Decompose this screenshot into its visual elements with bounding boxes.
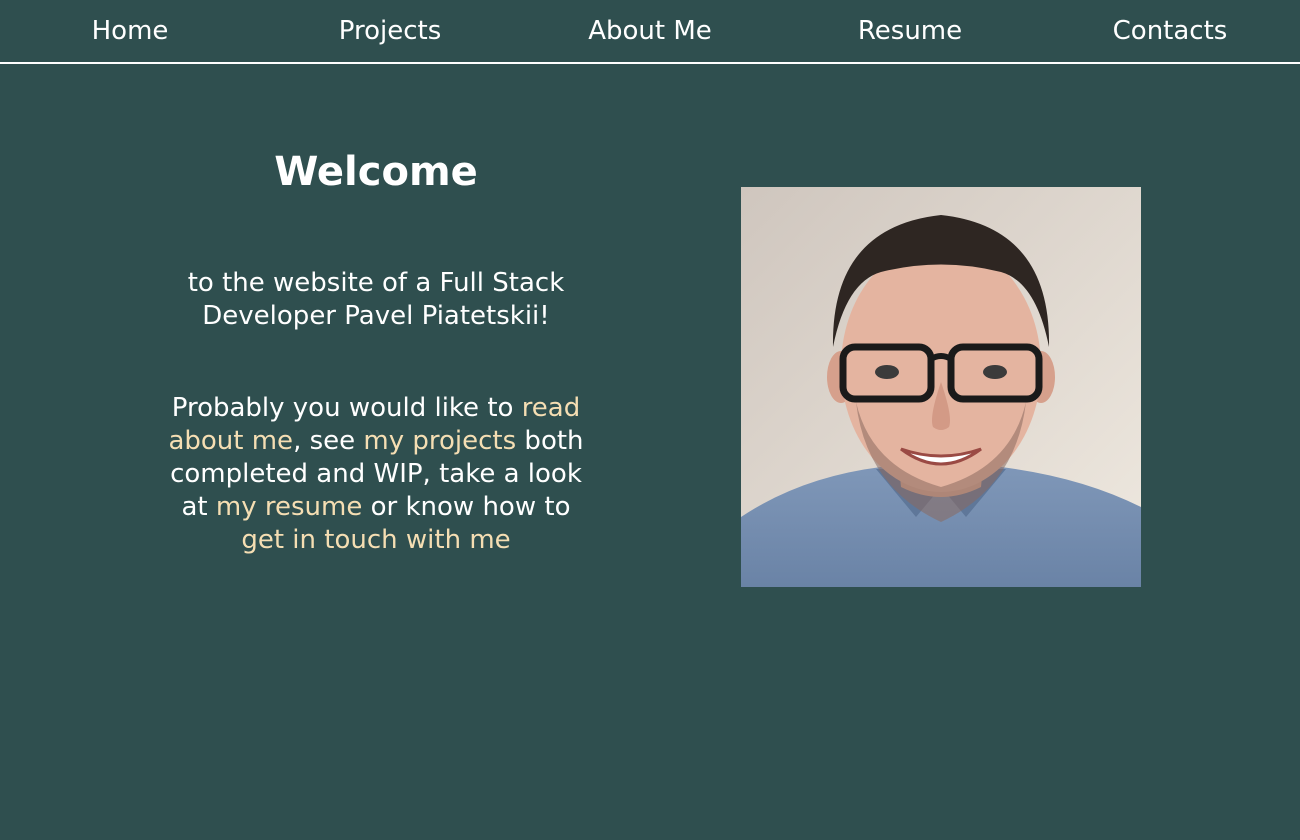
profile-photo (741, 187, 1141, 587)
resume-link[interactable]: my resume (216, 492, 362, 522)
welcome-subtitle: to the website of a Full Stack Developer… (187, 268, 565, 331)
nav-contacts[interactable]: Contacts (1040, 0, 1300, 62)
nav-about-me[interactable]: About Me (520, 0, 780, 62)
welcome-section: Welcome to the website of a Full Stack D… (160, 140, 592, 557)
nav-projects[interactable]: Projects (260, 0, 520, 62)
nav-home[interactable]: Home (0, 0, 260, 62)
intro-text-1: Probably you would like to (171, 393, 522, 423)
contact-link[interactable]: get in touch with me (241, 525, 510, 555)
nav-resume[interactable]: Resume (780, 0, 1040, 62)
projects-link[interactable]: my projects (363, 426, 516, 456)
top-navigation: Home Projects About Me Resume Contacts (0, 0, 1300, 64)
intro-text-2: , see (293, 426, 364, 456)
intro-text-4: or know how to (362, 492, 571, 522)
profile-photo-portrait-icon (741, 187, 1141, 587)
intro-paragraph: Probably you would like to read about me… (160, 392, 592, 557)
page-title: Welcome (274, 149, 478, 195)
